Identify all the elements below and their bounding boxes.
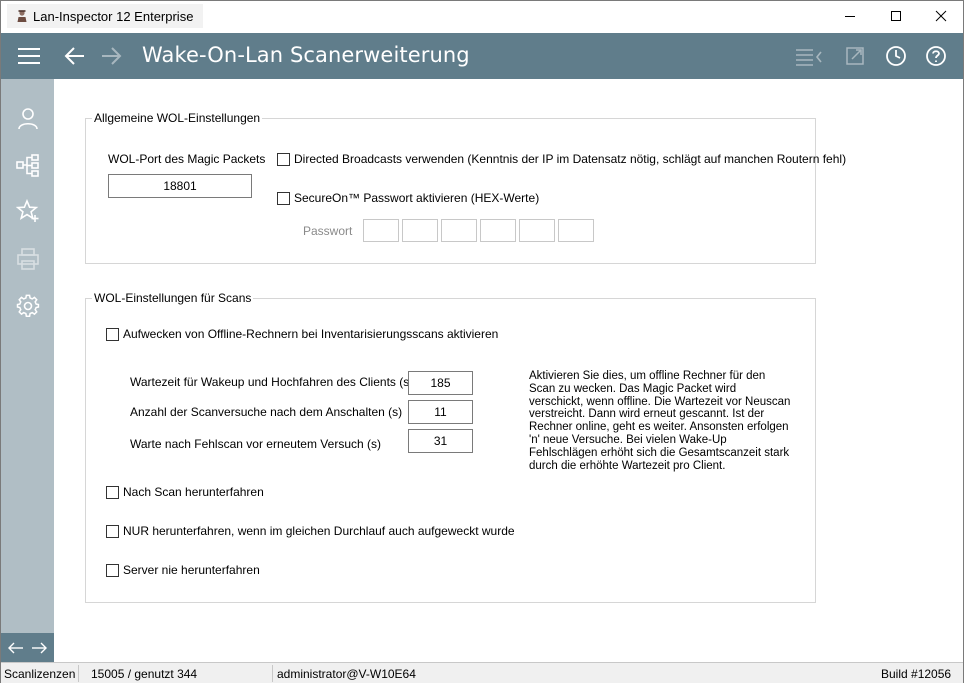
history-button[interactable]: [878, 33, 914, 79]
right-arrow-icon[interactable]: [31, 642, 47, 654]
licenses-label: Scanlizenzen: [4, 667, 76, 681]
password-byte-2[interactable]: [402, 219, 438, 242]
password-byte-4[interactable]: [480, 219, 516, 242]
open-external-button[interactable]: [837, 33, 873, 79]
wake-offline-option[interactable]: Aufwecken von Offline-Rechnern bei Inven…: [106, 327, 498, 341]
settings-gear-icon: [16, 294, 39, 317]
shutdown-only-if-woken-label: NUR herunterfahren, wenn im gleichen Dur…: [123, 524, 515, 538]
printer-icon: [16, 248, 39, 270]
retry-wait-input[interactable]: 31: [408, 429, 473, 453]
shutdown-after-scan-option[interactable]: Nach Scan herunterfahren: [106, 485, 264, 499]
help-button[interactable]: [918, 33, 954, 79]
wake-help-text: Aktivieren Sie dies, um offline Rechner …: [529, 370, 791, 472]
server-never-shutdown-checkbox[interactable]: [106, 563, 119, 577]
status-separator: [272, 665, 273, 682]
directed-broadcast-checkbox[interactable]: [277, 152, 290, 166]
maximize-button[interactable]: [873, 1, 919, 31]
build-number: Build #12056: [881, 667, 952, 681]
directed-broadcast-option[interactable]: Directed Broadcasts verwenden (Kenntnis …: [277, 152, 846, 166]
star-add-icon: [15, 199, 38, 222]
sidebar-footer: [1, 633, 54, 662]
open-external-icon: [846, 47, 864, 65]
sidebar-item-network[interactable]: [1, 142, 54, 188]
page-title: Wake-On-Lan Scanerweiterung: [142, 43, 470, 67]
forward-arrow-icon: [102, 47, 122, 65]
password-byte-6[interactable]: [558, 219, 594, 242]
clock-icon: [886, 46, 906, 66]
app-window: Lan-Inspector 12 Enterprise Wake-On-Lan …: [0, 0, 964, 683]
password-byte-5[interactable]: [519, 219, 555, 242]
sidebar-item-user[interactable]: [1, 95, 54, 141]
password-fields: [363, 219, 595, 242]
wake-offline-label: Aufwecken von Offline-Rechnern bei Inven…: [123, 327, 499, 341]
wol-port-input[interactable]: 18801: [108, 174, 252, 198]
secureon-label: SecureOn™ Passwort aktivieren (HEX-Werte…: [294, 191, 540, 205]
menu-icon: [18, 48, 40, 64]
licenses-value: 15005 / genutzt 344: [91, 667, 198, 681]
server-never-shutdown-label: Server nie herunterfahren: [123, 563, 260, 577]
general-settings-legend: Allgemeine WOL-Einstellungen: [92, 111, 263, 125]
back-arrow-icon: [64, 47, 84, 65]
close-icon: [935, 10, 947, 22]
password-byte-1[interactable]: [363, 219, 399, 242]
directed-broadcast-label: Directed Broadcasts verwenden (Kenntnis …: [294, 152, 847, 166]
shutdown-after-scan-checkbox[interactable]: [106, 485, 119, 499]
minimize-icon: [845, 16, 855, 17]
help-icon: [926, 46, 946, 66]
current-user: administrator@V-W10E64: [277, 667, 416, 681]
close-button[interactable]: [918, 1, 964, 31]
app-title-tab: Lan-Inspector 12 Enterprise: [7, 4, 204, 28]
app-header: Wake-On-Lan Scanerweiterung: [1, 33, 963, 79]
menu-button[interactable]: [7, 33, 51, 79]
scan-attempts-input[interactable]: 11: [408, 400, 473, 424]
scan-attempts-label: Anzahl der Scanversuche nach dem Anschal…: [130, 405, 403, 419]
status-separator: [78, 665, 79, 682]
retry-wait-label: Warte nach Fehlscan vor erneutem Versuch…: [130, 437, 381, 451]
scan-settings-legend: WOL-Einstellungen für Scans: [92, 291, 254, 305]
left-arrow-icon[interactable]: [8, 642, 24, 654]
user-icon: [17, 108, 38, 130]
status-bar: Scanlizenzen 15005 / genutzt 344 adminis…: [1, 662, 963, 683]
sidebar-item-print[interactable]: [1, 236, 54, 282]
wol-port-label: WOL-Port des Magic Packets: [108, 152, 266, 166]
shutdown-only-if-woken-option[interactable]: NUR herunterfahren, wenn im gleichen Dur…: [106, 524, 515, 538]
secureon-option[interactable]: SecureOn™ Passwort aktivieren (HEX-Werte…: [277, 191, 539, 205]
list-export-icon: [796, 49, 822, 66]
server-never-shutdown-option[interactable]: Server nie herunterfahren: [106, 563, 260, 577]
minimize-button[interactable]: [827, 1, 873, 31]
wait-time-label: Wartezeit für Wakeup und Hochfahren des …: [130, 375, 414, 389]
network-tree-icon: [15, 154, 39, 177]
back-button[interactable]: [57, 33, 93, 79]
shutdown-only-if-woken-checkbox[interactable]: [106, 524, 119, 538]
wake-offline-checkbox[interactable]: [106, 327, 119, 341]
password-label: Passwort: [303, 224, 353, 238]
window-title: Lan-Inspector 12 Enterprise: [33, 8, 194, 24]
app-logo-icon: [17, 10, 27, 22]
secureon-checkbox[interactable]: [277, 191, 290, 205]
sidebar-item-favorites[interactable]: [1, 188, 54, 234]
maximize-icon: [891, 11, 901, 21]
sidebar: [1, 79, 54, 662]
title-bar: Lan-Inspector 12 Enterprise: [1, 1, 963, 33]
wait-time-input[interactable]: 185: [408, 371, 473, 395]
list-export-button[interactable]: [791, 33, 827, 79]
sidebar-item-settings[interactable]: [1, 283, 54, 329]
shutdown-after-scan-label: Nach Scan herunterfahren: [123, 485, 264, 499]
forward-button[interactable]: [93, 33, 129, 79]
password-byte-3[interactable]: [441, 219, 477, 242]
